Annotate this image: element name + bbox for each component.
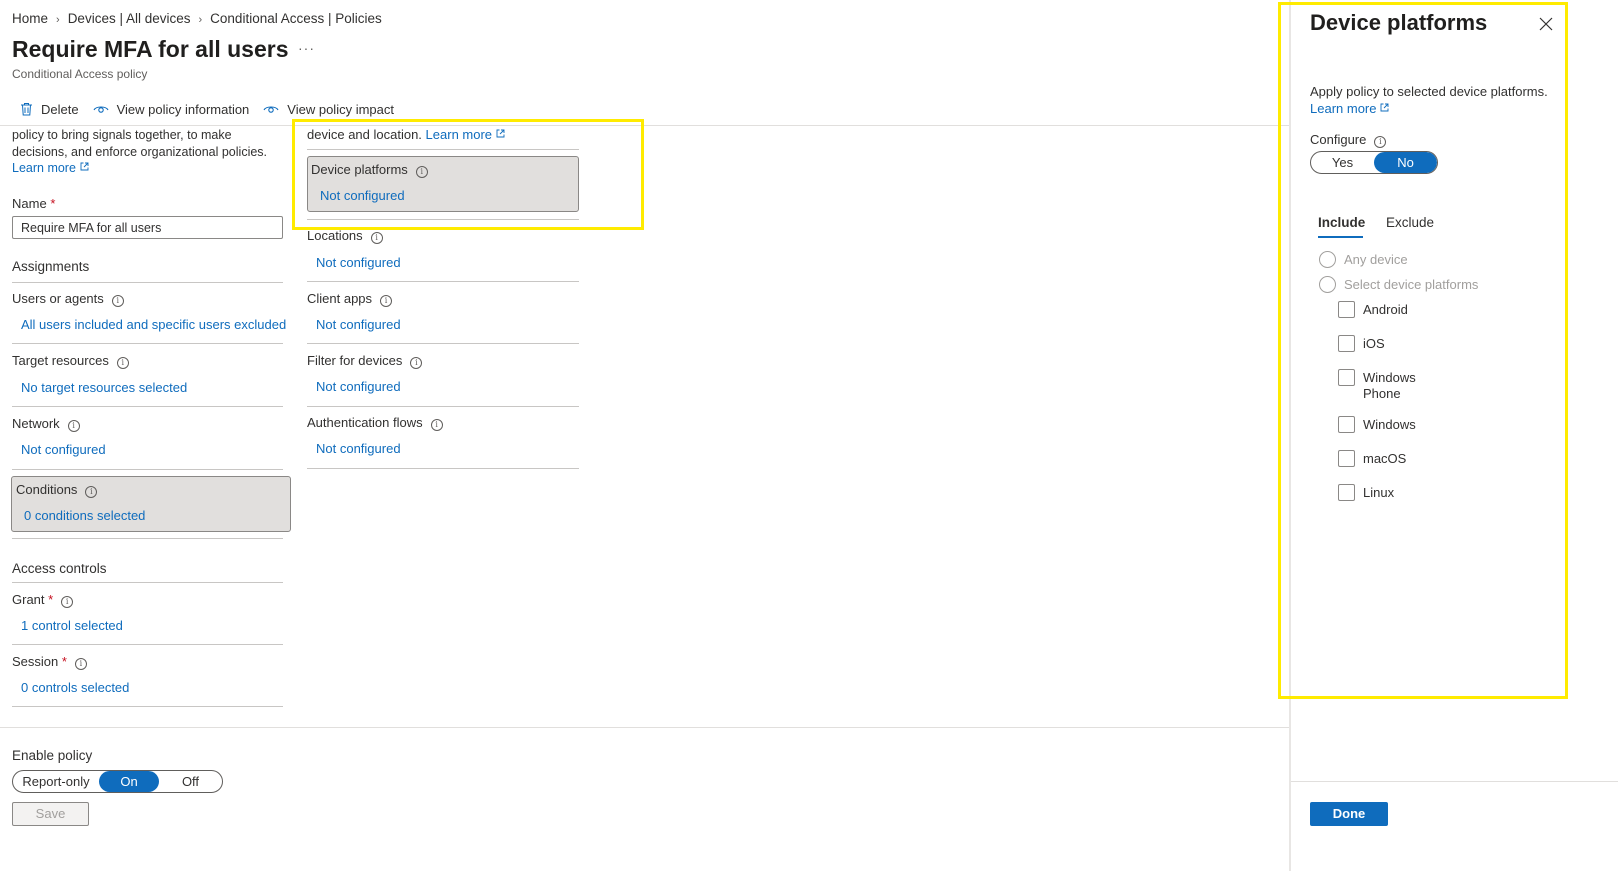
divider [12,706,283,707]
divider [12,644,283,645]
off-option[interactable]: Off [159,771,222,792]
users-value-link[interactable]: All users included and specific users ex… [21,317,286,332]
network-label: Network i [12,416,80,432]
network-value-link[interactable]: Not configured [21,442,106,457]
trash-icon [21,103,32,116]
name-label: Name * [12,196,56,211]
divider [307,343,579,344]
done-button[interactable]: Done [1310,802,1388,826]
info-icon[interactable]: i [111,295,124,307]
divider [12,469,283,470]
grant-label: Grant * i [12,592,74,608]
info-icon[interactable]: i [74,658,87,670]
target-resources-value-link[interactable]: No target resources selected [21,380,187,395]
target-resources-label: Target resources i [12,353,129,369]
client-apps-value-link[interactable]: Not configured [316,317,401,332]
session-label: Session * i [12,654,87,670]
report-only-option[interactable]: Report-only [13,771,99,792]
divider [307,406,579,407]
filter-devices-label: Filter for devices i [307,353,423,369]
assignments-heading: Assignments [12,259,90,274]
name-input[interactable] [12,216,283,239]
info-icon[interactable]: i [67,420,80,432]
users-label: Users or agents i [12,291,124,307]
info-icon[interactable]: i [370,232,383,244]
command-bar: Delete View policy information View poli… [0,98,408,120]
toolbar-divider [0,125,1290,126]
info-icon[interactable]: i [410,357,423,369]
eye-icon [263,105,279,113]
enable-policy-toggle: Report-only On Off [12,770,223,793]
highlight-box [292,119,644,230]
breadcrumb-home[interactable]: Home [12,11,48,26]
filter-devices-value-link[interactable]: Not configured [316,379,401,394]
view-policy-impact-button[interactable]: View policy impact [263,102,394,117]
divider [12,282,283,283]
chevron-right-icon: › [198,14,203,26]
enable-policy-label: Enable policy [12,748,93,763]
on-option[interactable]: On [99,771,159,792]
divider [12,582,283,583]
divider [12,343,283,344]
highlight-box [1278,2,1568,699]
learn-more-link[interactable]: Learn more [12,161,89,175]
conditions-label: Conditions i [16,482,98,498]
grant-value-link[interactable]: 1 control selected [21,618,123,633]
panel-footer-divider [1291,781,1618,782]
breadcrumb: Home › Devices | All devices › Conditional A… [12,11,382,26]
chevron-right-icon: › [56,14,60,26]
delete-button[interactable]: Delete [20,102,79,117]
session-value-link[interactable]: 0 controls selected [21,680,129,695]
conditions-value-link[interactable]: 0 conditions selected [24,508,145,523]
locations-value-link[interactable]: Not configured [316,255,401,270]
info-icon[interactable]: i [61,596,74,608]
required-mark: * [50,196,56,211]
divider [12,406,283,407]
divider [12,538,283,539]
client-apps-label: Client apps i [307,291,393,307]
auth-flows-label: Authentication flows i [307,415,443,431]
footer-divider [0,727,1290,728]
external-link-icon [80,162,89,171]
divider [307,468,579,469]
eye-icon [93,105,109,113]
policy-description: policy to bring signals together, to mak… [12,128,268,175]
more-options-button[interactable]: ··· [298,40,315,56]
save-button[interactable]: Save [12,802,89,826]
access-controls-heading: Access controls [12,561,107,576]
page-title: Require MFA for all users [12,36,289,62]
page-subtitle: Conditional Access policy [12,67,148,81]
locations-label: Locations i [307,228,383,244]
info-icon[interactable]: i [430,419,443,431]
breadcrumb-policies[interactable]: Conditional Access | Policies [210,11,382,26]
info-icon[interactable]: i [116,357,129,369]
divider [307,281,579,282]
breadcrumb-devices[interactable]: Devices | All devices [68,11,191,26]
auth-flows-value-link[interactable]: Not configured [316,441,401,456]
info-icon[interactable]: i [380,295,393,307]
info-icon[interactable]: i [85,486,98,498]
view-policy-information-button[interactable]: View policy information [93,102,249,117]
